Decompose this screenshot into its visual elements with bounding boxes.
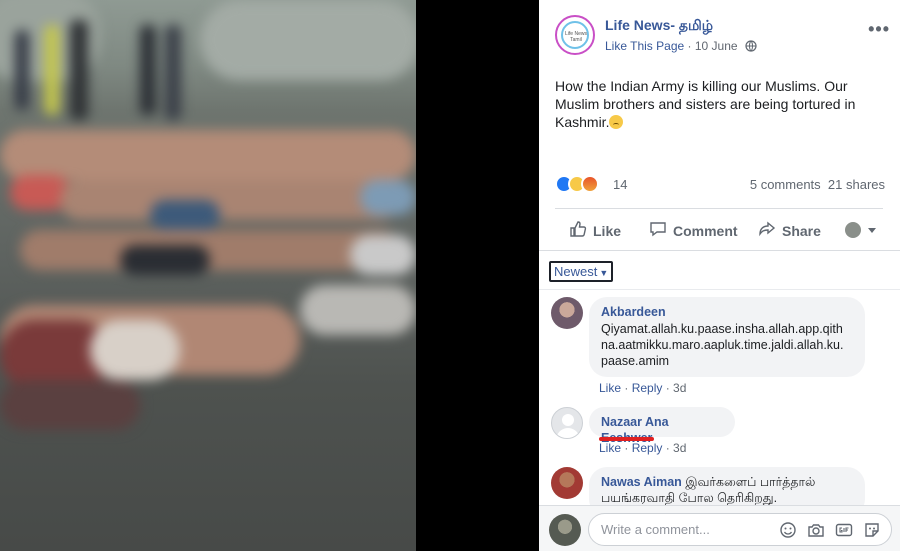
comment-composer: Write a comment... <box>539 505 900 551</box>
commenter-name[interactable]: Nawas Aiman <box>601 475 682 489</box>
composer-icons <box>779 521 881 539</box>
actions-top-divider <box>555 208 883 209</box>
comment-reply-link[interactable]: Reply <box>632 441 663 455</box>
page-logo-text: Life News Tamil <box>565 31 587 43</box>
share-label: Share <box>782 222 821 239</box>
react-as-selector[interactable] <box>845 222 877 238</box>
sticker-icon[interactable] <box>863 521 881 539</box>
caret-down-icon <box>867 222 877 238</box>
comment-bubble: Akbardeen Qiyamat.allah.ku.paase.insha.a… <box>589 297 865 377</box>
comments-divider <box>539 289 900 290</box>
comment-time[interactable]: 3d <box>673 381 686 395</box>
like-button[interactable]: Like <box>569 220 621 241</box>
sort-label: Newest <box>554 264 598 279</box>
post-text: How the Indian Army is killing our Musli… <box>555 77 885 131</box>
post-panel: Life News Tamil Life News- தமிழ் Like Th… <box>539 0 900 551</box>
comment-sort-dropdown[interactable]: Newest ▼ <box>549 261 614 282</box>
reactions-bar: 14 5 comments 21 shares <box>555 175 885 195</box>
angry-reaction-icon[interactable] <box>581 175 599 193</box>
like-page-link[interactable]: Like This Page <box>605 39 684 53</box>
post-photo[interactable] <box>0 0 416 551</box>
like-label: Like <box>593 222 622 239</box>
shares-count[interactable]: 21 shares <box>828 177 885 192</box>
comments-section: Newest ▼ Akbardeen Qiyamat.allah.ku.paase… <box>539 250 900 517</box>
post-meta: Like This Page · 10 June <box>605 39 757 55</box>
comment-input[interactable]: Write a comment... <box>588 513 892 546</box>
emoji-icon[interactable] <box>779 521 797 539</box>
post-body: How the Indian Army is killing our Musli… <box>555 78 856 130</box>
post-actions: Like Comment Share <box>555 210 885 248</box>
comment-placeholder: Write a comment... <box>601 522 710 537</box>
share-arrow-icon <box>758 220 776 241</box>
reaction-count[interactable]: 14 <box>613 177 627 192</box>
meta-separator: · <box>687 39 692 53</box>
comment-reply-link[interactable]: Reply <box>632 381 663 395</box>
comment-like-link[interactable]: Like <box>599 381 621 395</box>
blurred-photo-content <box>0 0 416 551</box>
camera-icon[interactable] <box>807 521 825 539</box>
comment-bubble: Nazaar Ana Eeshwer <box>589 407 735 445</box>
share-button[interactable]: Share <box>758 220 821 241</box>
post-header: Life News Tamil Life News- தமிழ் Like Th… <box>555 15 890 59</box>
crying-emoji-icon <box>609 115 624 129</box>
thumbs-up-icon <box>569 220 587 241</box>
page-name-link[interactable]: Life News- தமிழ் <box>605 17 713 36</box>
comment-time[interactable]: 3d <box>673 441 686 455</box>
comment-share-counts: 5 comments 21 shares <box>750 177 885 192</box>
comment-like-link[interactable]: Like <box>599 441 621 455</box>
caret-down-icon: ▼ <box>599 268 609 278</box>
commenter-name[interactable]: Akbardeen <box>601 304 853 320</box>
commenter-avatar[interactable] <box>551 467 583 499</box>
comments-count[interactable]: 5 comments <box>750 177 821 192</box>
gif-icon[interactable] <box>835 521 853 539</box>
comment-label: Comment <box>673 222 738 239</box>
post-date[interactable]: 10 June <box>695 39 738 53</box>
commenter-name[interactable]: Nazaar Ana <box>601 415 669 429</box>
user-avatar-small <box>845 222 861 238</box>
speech-bubble-icon <box>649 220 667 241</box>
commenter-avatar[interactable] <box>551 297 583 329</box>
comment-actions: Like · Reply · 3d <box>599 441 687 455</box>
photo-area <box>0 0 539 551</box>
more-options-icon[interactable]: ••• <box>868 19 890 40</box>
comment-text: Qiyamat.allah.ku.paase.insha.allah.app.q… <box>601 322 844 368</box>
globe-icon <box>745 40 757 55</box>
commenter-avatar[interactable] <box>551 407 583 439</box>
comment-button[interactable]: Comment <box>649 220 738 241</box>
current-user-avatar[interactable] <box>549 514 581 546</box>
page-avatar[interactable]: Life News Tamil <box>555 15 595 55</box>
comment-actions: Like · Reply · 3d <box>599 381 687 395</box>
post-viewer: Life News Tamil Life News- தமிழ் Like Th… <box>0 0 900 551</box>
